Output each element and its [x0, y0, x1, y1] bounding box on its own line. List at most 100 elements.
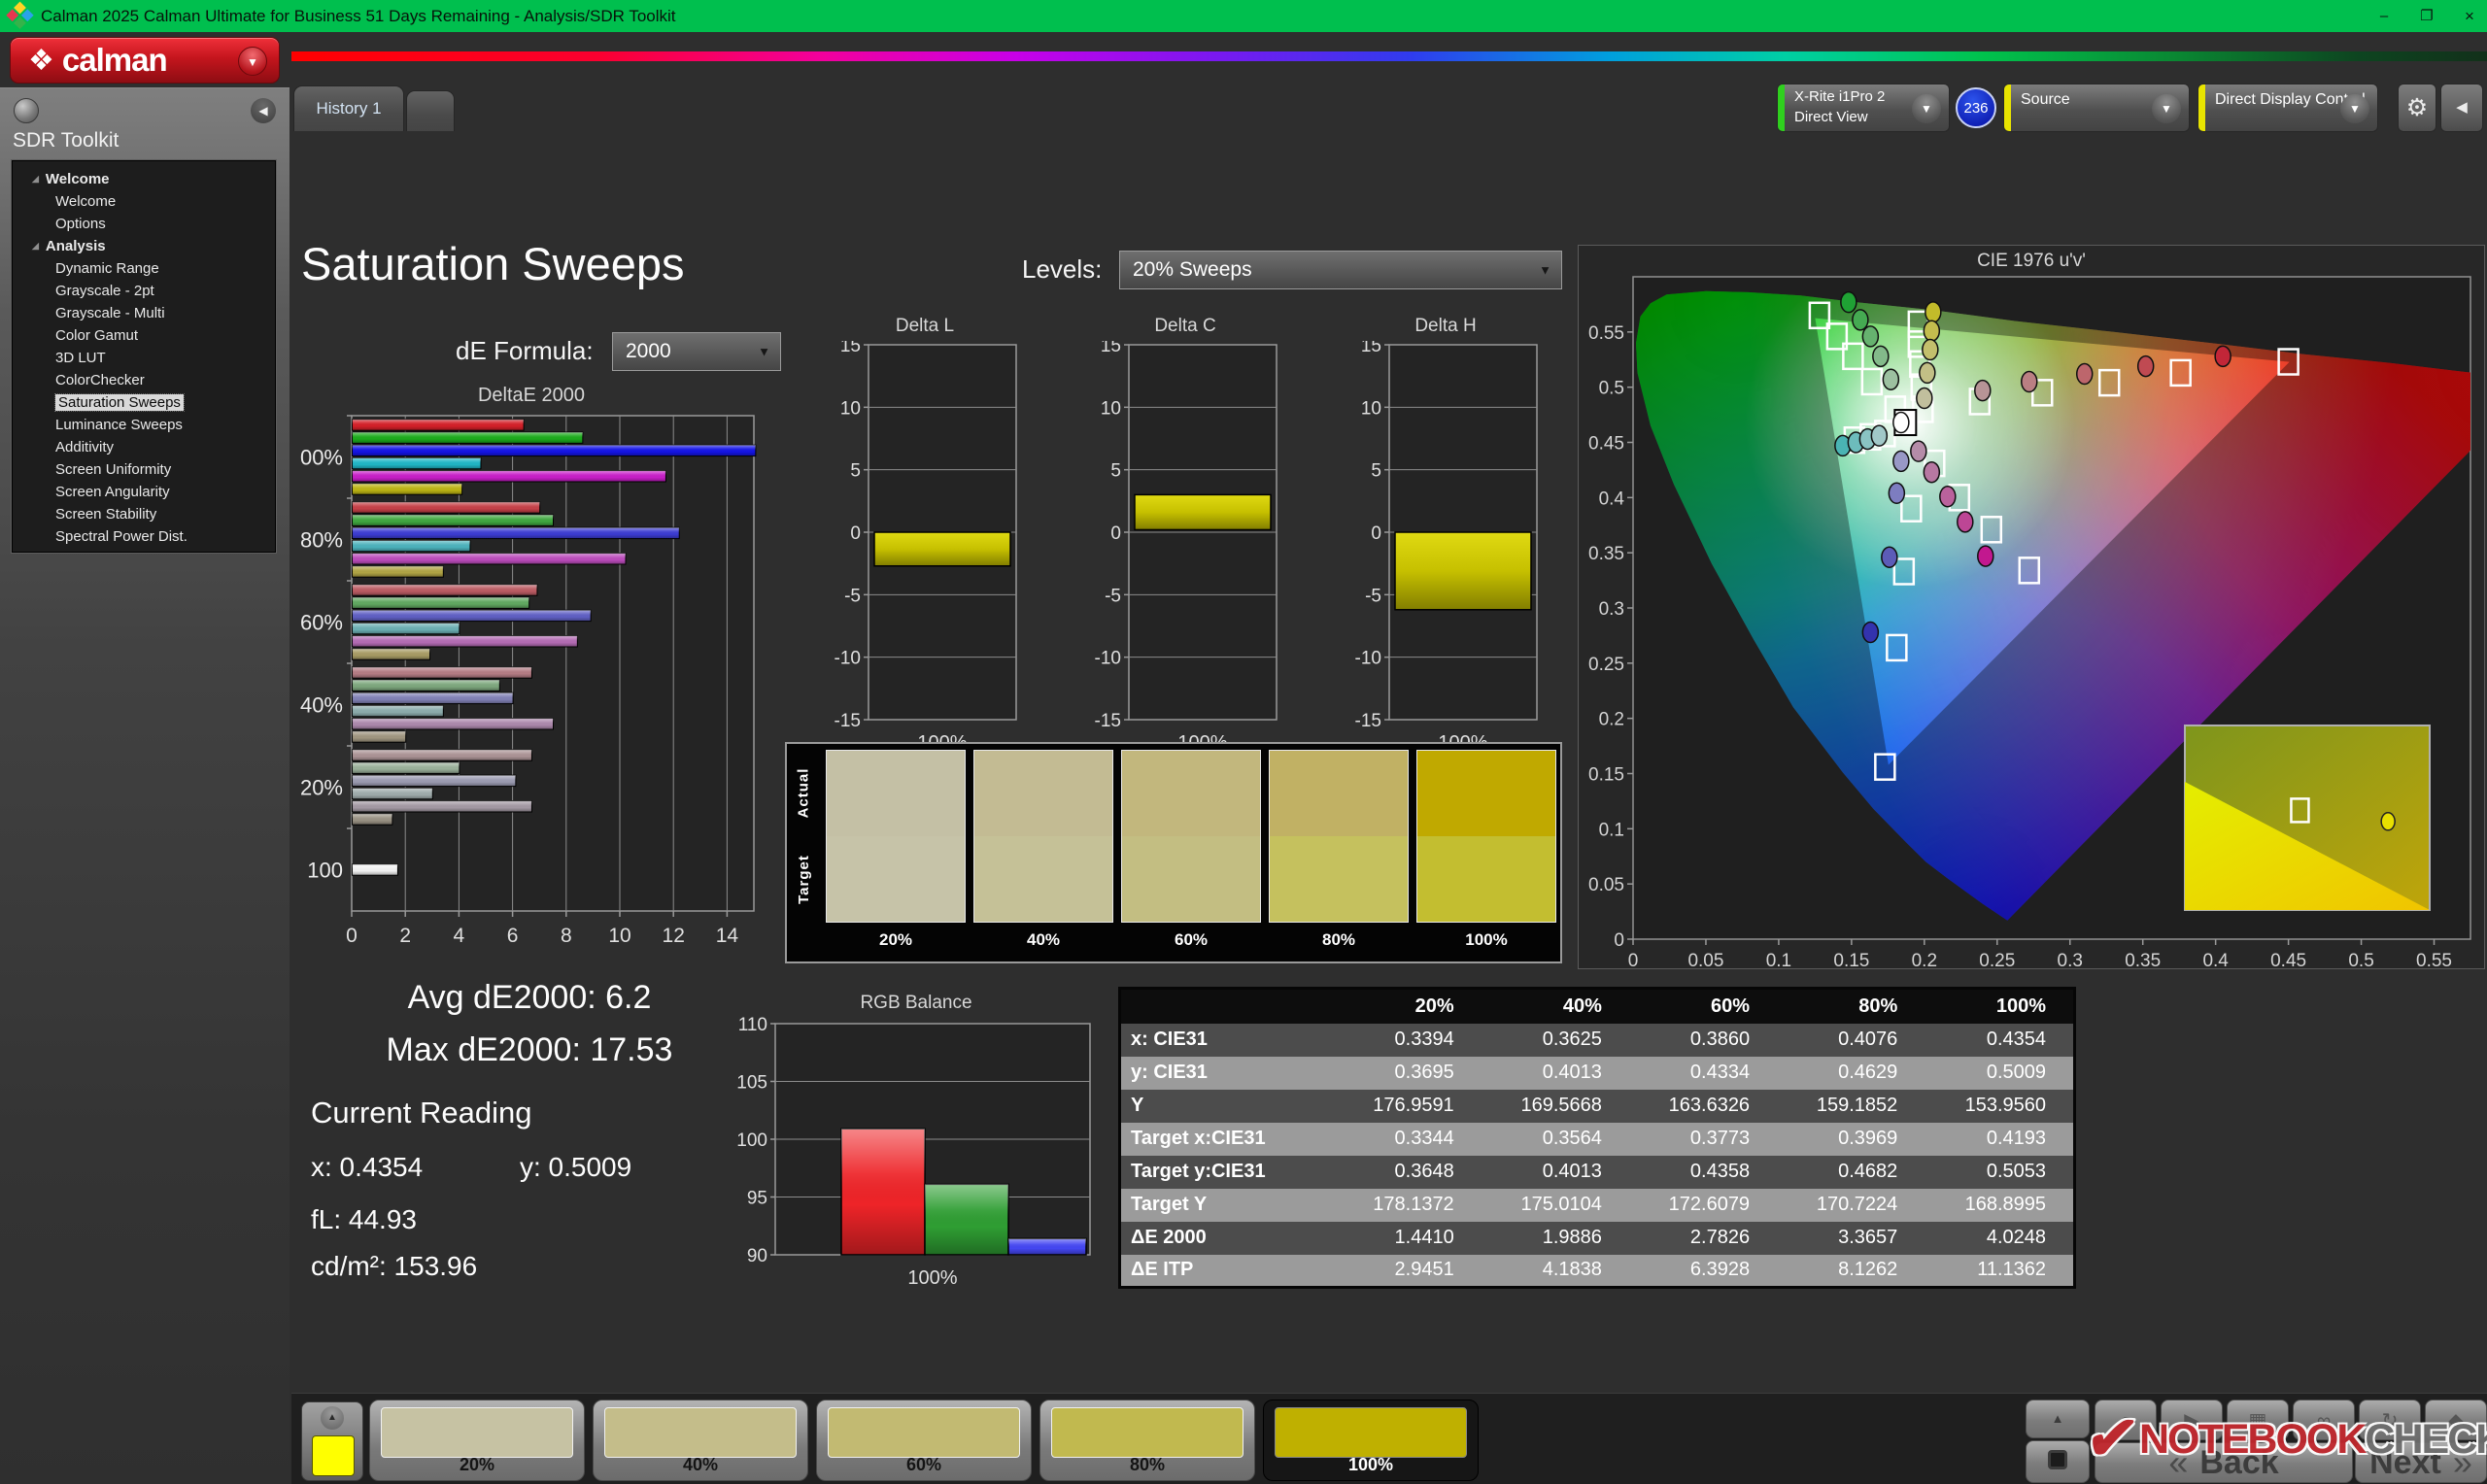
record-icon-button[interactable]: ● — [2095, 1400, 2157, 1440]
levels-dropdown[interactable]: 20% Sweeps ▼ — [1119, 251, 1562, 289]
table-cell: 1.4410 — [1333, 1221, 1482, 1255]
sidebar-orb-button[interactable] — [14, 98, 39, 123]
de-formula-dropdown[interactable]: 2000 ▼ — [612, 332, 781, 371]
sidebar-collapse-icon[interactable]: ◀ — [251, 98, 276, 123]
swatch-column-80 — [1269, 750, 1409, 923]
pattern-card-40[interactable]: 40% — [593, 1400, 808, 1481]
sidebar-item-welcome[interactable]: Welcome — [13, 190, 275, 213]
bar-shine — [352, 584, 537, 596]
sidebar-item-3d-lut[interactable]: 3D LUT — [13, 347, 275, 369]
chart-icon-button[interactable]: ▦ — [2227, 1400, 2289, 1440]
sidebar-item-label: Additivity — [55, 439, 115, 455]
expander-icon[interactable]: ◢ — [32, 174, 39, 184]
minimize-button[interactable]: – — [2363, 0, 2405, 32]
sidebar-item-label: Welcome — [45, 171, 110, 187]
table-row-target-y: Target Y 178.1372 175.0104 172.6079 170.7224… — [1119, 1188, 2075, 1222]
pattern-card-80[interactable]: 80% — [1039, 1400, 1255, 1481]
meter-dropdown[interactable]: X-Rite i1Pro 2 Direct View ▼ — [1777, 84, 1950, 132]
marker-icon-button[interactable]: ◆ — [2425, 1400, 2487, 1440]
svg-text:8: 8 — [561, 925, 572, 947]
cie-measurement-dot — [1892, 411, 1910, 434]
delta_l-bar — [873, 531, 1011, 567]
table-cell: 0.3625 — [1481, 1023, 1629, 1057]
cie-measurement-dot — [1888, 482, 1906, 505]
display-control-dropdown[interactable]: Direct Display Control ▼ — [2197, 84, 2378, 132]
slot-up-button[interactable]: ▲ — [2026, 1400, 2090, 1438]
cie-1976-plot: 0 0.05 0.1 0.15 0.2 0.25 0.3 0.35 0.4 0.45 0.5 0.55… — [1588, 276, 2471, 966]
sidebar-item-options[interactable]: Options — [13, 213, 275, 235]
pattern-window-card[interactable]: ▲ — [301, 1401, 363, 1481]
sidebar-item-welcome[interactable]: ◢ Welcome — [13, 168, 275, 190]
pattern-card-100[interactable]: 100% — [1263, 1400, 1479, 1481]
table-cell: 0.4013 — [1481, 1155, 1629, 1189]
sidebar-item-label: Screen Uniformity — [55, 461, 172, 478]
meter-count-badge[interactable]: 236 — [1956, 87, 1996, 128]
settings-gear-button[interactable]: ⚙ — [2398, 84, 2436, 132]
table-row-e-itp: ΔE ITP 2.9451 4.1838 6.3928 8.1262 11.1362 — [1119, 1254, 2075, 1288]
stop-icon — [2048, 1450, 2067, 1469]
loop-icon-button[interactable]: ∞ — [2293, 1400, 2355, 1440]
delta-h-title: Delta H — [1414, 316, 1477, 336]
new-tab-button[interactable] — [406, 90, 455, 131]
tab-history-1[interactable]: History 1 — [293, 85, 404, 131]
de-formula-label: dE Formula: — [456, 336, 594, 365]
source-dropdown[interactable]: Source ▼ — [2003, 84, 2190, 132]
table-cell: 1.9886 — [1481, 1221, 1629, 1255]
expander-icon[interactable]: ◢ — [32, 241, 39, 251]
target-swatch-40 — [974, 836, 1112, 922]
reading-y: y: 0.5009 — [520, 1152, 632, 1182]
row-label: ΔE 2000 — [1119, 1221, 1334, 1255]
sidebar-item-screen-uniformity[interactable]: Screen Uniformity — [13, 458, 275, 481]
sidebar-item-saturation-sweeps[interactable]: Saturation Sweeps — [13, 391, 275, 414]
row-label: Target y:CIE31 — [1119, 1155, 1334, 1189]
close-button[interactable]: × — [2448, 0, 2487, 32]
pattern-swatch — [1051, 1407, 1244, 1458]
swatch-column-label: 80% — [1321, 930, 1356, 949]
next-button[interactable]: Next » — [2355, 1442, 2487, 1483]
swatch-column-label: 40% — [1026, 930, 1061, 949]
sidebar-item-spectral-power-dist[interactable]: Spectral Power Dist. — [13, 525, 275, 548]
sidebar-item-luminance-sweeps[interactable]: Luminance Sweeps — [13, 414, 275, 436]
svg-text:0: 0 — [1628, 951, 1639, 966]
column-header-60: 60% — [1628, 988, 1778, 1024]
calman-app-window: Calman 2025 Calman Ultimate for Business… — [0, 0, 2487, 1484]
table-row-target-x-cie31: Target x:CIE31 0.3344 0.3564 0.3773 0.3969 0.… — [1119, 1122, 2075, 1156]
sidebar-item-color-gamut[interactable]: Color Gamut — [13, 324, 275, 347]
svg-text:15: 15 — [1101, 341, 1121, 356]
cie-measurement-dot — [1882, 368, 1900, 390]
chevron-down-icon[interactable]: ▼ — [1912, 94, 1941, 123]
sidebar-item-screen-angularity[interactable]: Screen Angularity — [13, 481, 275, 503]
chevron-down-icon[interactable]: ▼ — [238, 47, 267, 76]
sidebar-item-analysis[interactable]: ◢ Analysis — [13, 235, 275, 257]
sidebar-item-grayscale-2pt[interactable]: Grayscale - 2pt — [13, 280, 275, 302]
back-button[interactable]: « Back — [2095, 1442, 2353, 1483]
pattern-card-60[interactable]: 60% — [816, 1400, 1032, 1481]
sidebar-item-screen-stability[interactable]: Screen Stability — [13, 503, 275, 525]
table-row-y-cie31: y: CIE31 0.3695 0.4013 0.4334 0.4629 0.5009 — [1119, 1056, 2075, 1090]
swatch-column-40 — [973, 750, 1113, 923]
calman-diamond-icon: ❖ — [28, 44, 54, 77]
stop-button[interactable] — [2026, 1440, 2090, 1483]
sidebar-item-label: Screen Angularity — [55, 484, 170, 500]
pattern-card-20[interactable]: 20% — [369, 1400, 585, 1481]
chevron-down-icon[interactable]: ▼ — [2152, 94, 2181, 123]
calman-menu-button[interactable]: ❖ calman ▼ — [10, 37, 280, 84]
cie-measurement-dot — [2214, 345, 2231, 368]
sidebar-item-grayscale-multi[interactable]: Grayscale - Multi — [13, 302, 275, 324]
sidebar-item-label: Luminance Sweeps — [55, 417, 183, 433]
play-icon-button[interactable]: ▶ — [2161, 1400, 2223, 1440]
table-cell: 0.4013 — [1481, 1056, 1629, 1090]
refresh-icon-button[interactable]: ↻ — [2359, 1400, 2421, 1440]
sidebar-item-dynamic-range[interactable]: Dynamic Range — [13, 257, 275, 280]
panel-collapse-button[interactable]: ◀ — [2440, 84, 2483, 132]
maximize-button[interactable]: ❐ — [2405, 0, 2448, 32]
reading-fl: fL: 44.93 — [311, 1204, 417, 1234]
sidebar-item-additivity[interactable]: Additivity — [13, 436, 275, 458]
sidebar-item-colorchecker[interactable]: ColorChecker — [13, 369, 275, 391]
bar-shine — [352, 470, 666, 482]
delta-l-title: Delta L — [895, 316, 955, 336]
chevron-down-icon[interactable]: ▼ — [2340, 94, 2369, 123]
table-cell: 6.3928 — [1628, 1254, 1778, 1288]
arrow-up-icon[interactable]: ▲ — [321, 1406, 344, 1430]
svg-text:2: 2 — [399, 925, 411, 947]
